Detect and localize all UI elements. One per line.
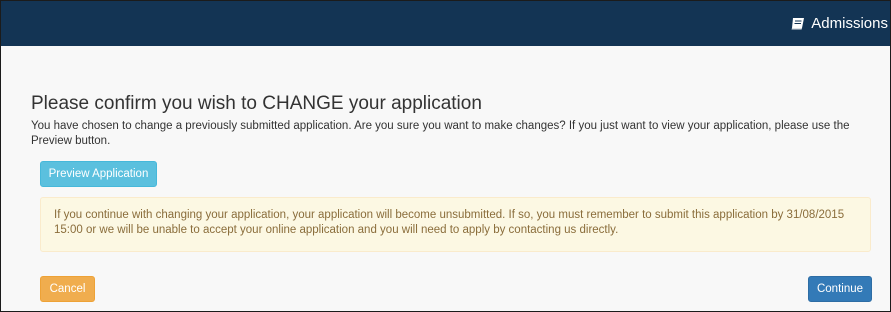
brand-label: Admissions — [811, 14, 888, 32]
book-icon — [790, 17, 805, 30]
confirm-panel: Please confirm you wish to CHANGE your a… — [31, 93, 869, 149]
page-title: Please confirm you wish to CHANGE your a… — [31, 93, 482, 114]
continue-button[interactable]: Continue — [808, 276, 872, 302]
intro-text: You have chosen to change a previously s… — [31, 120, 850, 147]
preview-application-button[interactable]: Preview Application — [40, 161, 157, 187]
brand-link[interactable]: Admissions — [790, 12, 888, 34]
cancel-button[interactable]: Cancel — [40, 276, 95, 302]
top-navbar: Admissions — [1, 1, 890, 46]
page-frame: Admissions Please confirm you wish to CH… — [0, 0, 891, 312]
warning-alert: If you continue with changing your appli… — [40, 197, 871, 252]
